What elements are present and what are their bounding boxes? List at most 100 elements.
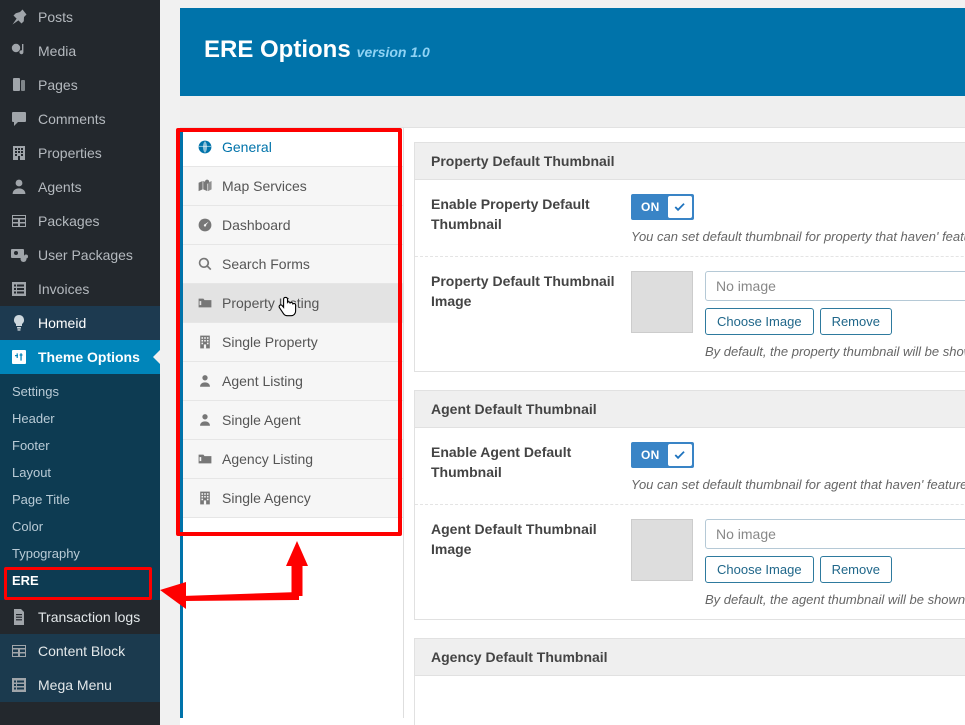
field-control: ON You can set default thumbnail for pro… [631, 194, 965, 244]
submenu-item-header[interactable]: Header [0, 405, 160, 432]
options-tab-nav: General Map Services Dashboard Search Fo… [180, 128, 404, 718]
media-fields: Choose ImageRemove By default, the agent… [705, 519, 965, 607]
version-label: version 1.0 [356, 44, 430, 60]
submenu-item-color[interactable]: Color [0, 513, 160, 540]
toggle-knob [667, 196, 692, 218]
field-label: Agent Default Thumbnail Image [431, 521, 597, 558]
tab-agency-listing[interactable]: Agency Listing [183, 440, 403, 479]
submenu-item-settings[interactable]: Settings [0, 378, 160, 405]
sidebar-item-user-packages[interactable]: User Packages [0, 238, 160, 272]
sidebar-item-theme-options[interactable]: Theme Options [0, 340, 160, 374]
choose-image-button[interactable]: Choose Image [705, 556, 814, 583]
check-icon [674, 202, 685, 211]
submenu-item-ere[interactable]: ERE [0, 567, 160, 594]
building-icon [13, 146, 25, 160]
sidebar-item-pages[interactable]: Pages [0, 68, 160, 102]
folder-icon [198, 298, 212, 308]
settings-pane: Property Default Thumbnail Enable Proper… [404, 128, 965, 725]
media-uploader: Choose ImageRemove By default, the prope… [631, 271, 965, 359]
field-control: ON You can set default thumbnail for age… [631, 442, 965, 492]
tab-label: Agency Listing [222, 451, 314, 467]
enable-property-thumbnail-toggle[interactable]: ON [631, 194, 694, 220]
list-icon [12, 678, 26, 692]
user-icon [12, 179, 26, 194]
section-title: Agent Default Thumbnail [415, 391, 965, 428]
field-description: By default, the property thumbnail will … [705, 344, 965, 359]
folder-icon [198, 454, 212, 464]
sidebar-item-comments[interactable]: Comments [0, 102, 160, 136]
tab-dashboard[interactable]: Dashboard [183, 206, 403, 245]
user-icon [200, 414, 210, 426]
section-property-default-thumbnail: Property Default Thumbnail Enable Proper… [414, 142, 965, 372]
sidebar-item-label: Pages [38, 77, 78, 93]
sidebar-item-label: Posts [38, 9, 74, 25]
property-image-url-input[interactable] [705, 271, 965, 301]
options-body: General Map Services Dashboard Search Fo… [180, 128, 965, 725]
list-icon [12, 282, 26, 296]
tab-general[interactable]: General [183, 128, 403, 167]
user-gear-icon [11, 249, 28, 262]
sidebar-item-label: Agents [38, 179, 82, 195]
sidebar-item-label: Content Block [38, 643, 126, 659]
sidebar-item-media[interactable]: Media [0, 34, 160, 68]
submenu-item-footer[interactable]: Footer [0, 432, 160, 459]
tab-label: Single Agent [222, 412, 301, 428]
tab-single-property[interactable]: Single Property [183, 323, 403, 362]
enable-agent-thumbnail-toggle[interactable]: ON [631, 442, 694, 468]
remove-image-button[interactable]: Remove [819, 556, 892, 583]
choose-image-button[interactable]: Choose Image [705, 308, 814, 335]
sidebar-item-properties[interactable]: Properties [0, 136, 160, 170]
page-title: ERE Options [204, 36, 351, 63]
tab-label: Agent Listing [222, 373, 303, 389]
submenu-item-typography[interactable]: Typography [0, 540, 160, 567]
sidebar-item-agents[interactable]: Agents [0, 170, 160, 204]
options-header: ERE Options version 1.0 [180, 8, 965, 96]
tab-label: General [222, 139, 272, 155]
comments-icon [12, 112, 26, 126]
options-subbar [180, 96, 965, 128]
tab-search-forms[interactable]: Search Forms [183, 245, 403, 284]
lightbulb-icon [14, 315, 25, 331]
sidebar-item-label: Theme Options [38, 349, 140, 365]
tab-map-services[interactable]: Map Services [183, 167, 403, 206]
sidebar-item-label: Properties [38, 145, 102, 161]
gauge-icon [198, 218, 212, 232]
tab-single-agent[interactable]: Single Agent [183, 401, 403, 440]
tab-property-listing[interactable]: Property Listing [183, 284, 403, 323]
media-uploader: Choose ImageRemove By default, the agent… [631, 519, 965, 607]
field-description: You can set default thumbnail for proper… [631, 229, 965, 244]
section-agent-default-thumbnail: Agent Default Thumbnail Enable Agent Def… [414, 390, 965, 620]
sidebar-item-homeid[interactable]: Homeid [0, 306, 160, 340]
sidebar-item-transaction-logs[interactable]: Transaction logs [0, 600, 160, 634]
remove-image-button[interactable]: Remove [819, 308, 892, 335]
sidebar-item-content-block[interactable]: Content Block [0, 634, 160, 668]
current-menu-pointer [153, 349, 160, 365]
field-description: You can set default thumbnail for agent … [631, 477, 965, 492]
sidebar-item-label: User Packages [38, 247, 133, 263]
media-icon [11, 43, 24, 55]
grid-table-icon [12, 645, 26, 657]
field-description: By default, the agent thumbnail will be … [705, 592, 965, 607]
sidebar-item-label: Transaction logs [38, 609, 141, 625]
sidebar-item-label: Invoices [38, 281, 90, 297]
field-enable-property-default-thumbnail: Enable Property Default Thumbnail ON You… [415, 180, 965, 257]
agent-image-url-input[interactable] [705, 519, 965, 549]
wp-body: ERE Options version 1.0 General Map Servi… [160, 0, 965, 725]
sidebar-item-posts[interactable]: Posts [0, 0, 160, 34]
submenu-item-page-title[interactable]: Page Title [0, 486, 160, 513]
submenu-item-layout[interactable]: Layout [0, 459, 160, 486]
field-label: Enable Agent Default Thumbnail [431, 444, 572, 481]
screen: Posts Media Pages Comments Properties Ag… [0, 0, 965, 725]
sidebar-item-label: Comments [38, 111, 106, 127]
sidebar-item-packages[interactable]: Packages [0, 204, 160, 238]
field-control: Choose ImageRemove By default, the prope… [631, 271, 965, 359]
tab-label: Single Agency [222, 490, 311, 506]
building-icon [200, 491, 210, 505]
sidebar-item-mega-menu[interactable]: Mega Menu [0, 668, 160, 702]
building-icon [200, 335, 210, 349]
sidebar-item-invoices[interactable]: Invoices [0, 272, 160, 306]
tab-single-agency[interactable]: Single Agency [183, 479, 403, 518]
tab-agent-listing[interactable]: Agent Listing [183, 362, 403, 401]
mouse-cursor-pointer [278, 296, 297, 317]
field-control: Choose ImageRemove By default, the agent… [631, 519, 965, 607]
